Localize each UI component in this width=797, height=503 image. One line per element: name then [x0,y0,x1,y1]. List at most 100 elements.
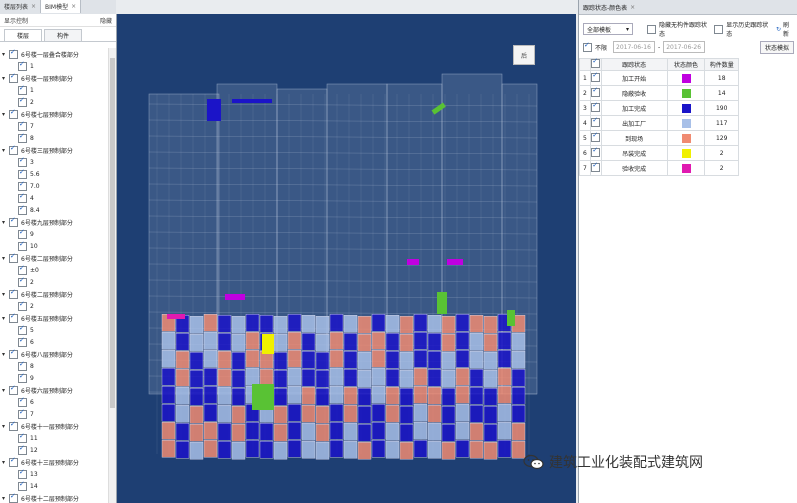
tree-checkbox[interactable] [18,240,27,251]
tree-checkbox[interactable] [9,144,18,155]
tree-scrollbar[interactable] [108,48,116,503]
tree-checkbox[interactable] [9,492,18,503]
tree-checkbox[interactable] [18,360,27,371]
tree-item[interactable]: 12 [0,444,106,456]
color-swatch[interactable] [681,163,691,173]
tree-checkbox[interactable] [9,72,18,83]
table-row[interactable]: 2 隐蔽验收 14 [579,85,739,101]
expand-arrow-icon[interactable]: ▾ [2,387,9,394]
scrollbar-thumb[interactable] [110,58,115,408]
hide-panel-button[interactable]: 隐藏 [100,16,112,25]
tree-group[interactable]: ▾ 6号楼十二层预制部分 [0,492,106,503]
row-checkbox[interactable] [591,86,601,97]
color-swatch[interactable] [681,148,691,158]
expand-arrow-icon[interactable]: ▾ [2,111,9,118]
tree-checkbox[interactable] [18,396,27,407]
date-to-input[interactable]: 2017-06-26 [663,41,706,53]
tree-checkbox[interactable] [18,336,27,347]
tree-group[interactable]: ▾ 6号楼八层预制部分 [0,348,106,360]
table-row[interactable]: 5 到现场 129 [579,130,739,146]
date-from-input[interactable]: 2017-06-16 [613,41,656,53]
tree-checkbox[interactable] [18,228,27,239]
table-row[interactable]: 4 出加工厂 117 [579,115,739,131]
tree-item[interactable]: 6 [0,336,106,348]
tree-checkbox[interactable] [18,120,27,131]
expand-arrow-icon[interactable]: ▾ [2,495,9,502]
unlimited-checkbox[interactable] [583,41,592,52]
tree-checkbox[interactable] [18,96,27,107]
tree-item[interactable]: 13 [0,468,106,480]
expand-arrow-icon[interactable]: ▾ [2,147,9,154]
tree-item[interactable]: 8 [0,132,106,144]
tree-checkbox[interactable] [18,132,27,143]
tree-checkbox[interactable] [9,216,18,227]
tree-checkbox[interactable] [18,156,27,167]
tree-checkbox[interactable] [9,288,18,299]
tree-checkbox[interactable] [9,456,18,467]
tree-group[interactable]: ▾ 6号楼十一层预制部分 [0,420,106,432]
tree-checkbox[interactable] [9,384,18,395]
tree-checkbox[interactable] [18,372,27,383]
tree-item[interactable]: 7 [0,408,106,420]
tree-checkbox[interactable] [18,84,27,95]
tree-group[interactable]: ▾ 6号楼十三层预制部分 [0,456,106,468]
tree-item[interactable]: 5.6 [0,168,106,180]
state-model-button[interactable]: 状态模拟 [759,40,794,54]
bim-model-viewport[interactable] [117,14,576,503]
building-model[interactable] [117,14,576,503]
tab-floors[interactable]: 楼层 [4,29,42,41]
tree-checkbox[interactable] [9,348,18,359]
tree-item[interactable]: 2 [0,276,106,288]
model-select[interactable]: 全部模板 ▾ [583,23,633,35]
tree-item[interactable]: 1 [0,60,106,72]
row-checkbox[interactable] [591,101,601,112]
expand-arrow-icon[interactable]: ▾ [2,459,9,466]
tree-group[interactable]: ▾ 6号楼二层预制部分 [0,288,106,300]
tree-item[interactable]: 4 [0,192,106,204]
hide-no-info-checkbox[interactable] [646,24,656,34]
row-checkbox[interactable] [591,116,601,127]
tree-group[interactable]: ▾ 6号楼五层预制部分 [0,312,106,324]
table-row[interactable]: 6 吊装完成 2 [579,145,739,161]
view-cube[interactable]: 后 [513,45,535,65]
tree-item[interactable]: ±0 [0,264,106,276]
tree-checkbox[interactable] [18,480,27,491]
tab-floor-list[interactable]: 楼层列表 × [0,0,42,13]
table-row[interactable]: 3 加工完成 190 [579,100,739,116]
tree-item[interactable]: 7 [0,120,106,132]
tree-item[interactable]: 5 [0,324,106,336]
tree-item[interactable]: 8.4 [0,204,106,216]
row-checkbox[interactable] [591,146,601,157]
tree-item[interactable]: 7.0 [0,180,106,192]
tree-checkbox[interactable] [9,108,18,119]
expand-arrow-icon[interactable]: ▾ [2,51,9,58]
tab-components[interactable]: 构件 [44,29,82,41]
tree-checkbox[interactable] [18,468,27,479]
tree-checkbox[interactable] [18,276,27,287]
tree-checkbox[interactable] [18,444,27,455]
tree-checkbox[interactable] [9,252,18,263]
tree-item[interactable]: 3 [0,156,106,168]
tree-checkbox[interactable] [18,204,27,215]
tree-checkbox[interactable] [18,432,27,443]
tree-item[interactable]: 2 [0,96,106,108]
tab-bim-model[interactable]: BIM模型 × [41,0,82,13]
select-all-checkbox[interactable] [591,57,601,68]
close-icon[interactable]: × [630,4,635,11]
row-checkbox[interactable] [591,161,601,172]
row-checkbox[interactable] [591,71,601,82]
expand-arrow-icon[interactable]: ▾ [2,75,9,82]
tree-checkbox[interactable] [18,180,27,191]
tree-item[interactable]: 2 [0,300,106,312]
expand-arrow-icon[interactable]: ▾ [2,351,9,358]
show-history-checkbox[interactable] [714,24,724,34]
tree-checkbox[interactable] [18,300,27,311]
row-checkbox[interactable] [591,131,601,142]
tree-group[interactable]: ▾ 6号楼七层预制部分 [0,108,106,120]
tree-item[interactable]: 1 [0,84,106,96]
tree-group[interactable]: ▾ 6号楼九层预制部分 [0,216,106,228]
tree-checkbox[interactable] [9,312,18,323]
tree-checkbox[interactable] [9,420,18,431]
expand-arrow-icon[interactable]: ▾ [2,423,9,430]
tree-checkbox[interactable] [18,264,27,275]
